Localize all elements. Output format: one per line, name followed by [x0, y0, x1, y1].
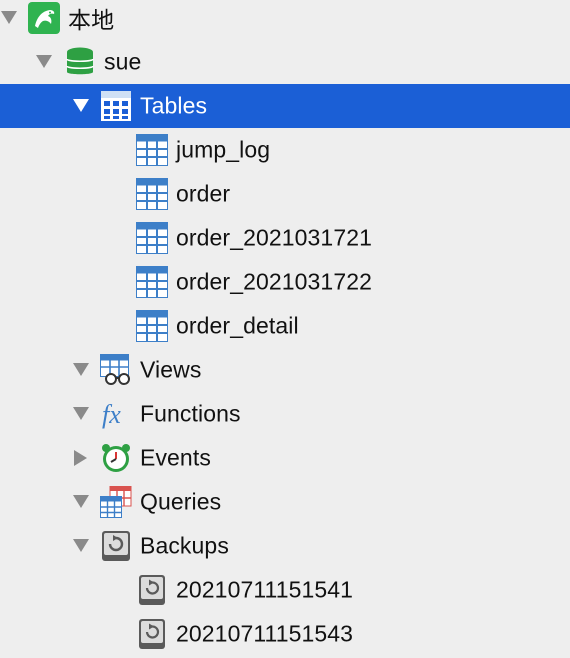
tree-node-views[interactable]: Views [0, 348, 570, 392]
table-item[interactable]: jump_log [0, 128, 570, 172]
views-label: Views [140, 356, 202, 383]
backups-label: Backups [140, 532, 229, 559]
database-label: sue [104, 48, 142, 75]
table-item[interactable]: order [0, 172, 570, 216]
backup-item[interactable]: 20210711151541 [0, 568, 570, 612]
backup-item-label: 20210711151541 [176, 576, 354, 603]
tree-node-functions[interactable]: fx Functions [0, 392, 570, 436]
tree-node-database-sue[interactable]: sue [0, 40, 570, 84]
table-icon [136, 178, 168, 210]
views-icon [100, 354, 132, 386]
expand-arrow-down-icon[interactable] [35, 53, 53, 71]
tree-node-tables[interactable]: Tables [0, 84, 570, 128]
events-label: Events [140, 444, 211, 471]
queries-icon [100, 486, 132, 518]
database-icon [64, 46, 96, 78]
tree-node-queries[interactable]: Queries [0, 480, 570, 524]
table-item-label: jump_log [176, 136, 271, 163]
table-icon [136, 266, 168, 298]
mysql-dolphin-icon [28, 2, 60, 34]
expand-arrow-down-icon[interactable] [0, 9, 18, 27]
alarm-clock-icon [100, 442, 132, 474]
svg-text:fx: fx [102, 400, 121, 429]
expand-arrow-down-icon[interactable] [72, 493, 90, 511]
backup-item-label: 20210711151543 [176, 620, 354, 647]
table-icon [136, 310, 168, 342]
table-item[interactable]: order_2021031722 [0, 260, 570, 304]
expand-arrow-down-icon[interactable] [72, 361, 90, 379]
expand-arrow-down-icon[interactable] [72, 405, 90, 423]
function-icon: fx [100, 398, 132, 430]
backup-icon [100, 530, 132, 562]
table-item-label: order_2021031721 [176, 224, 372, 251]
connection-label: 本地 [68, 7, 115, 33]
table-item[interactable]: order_detail [0, 304, 570, 348]
table-icon [136, 134, 168, 166]
queries-label: Queries [140, 488, 222, 515]
table-item-label: order_detail [176, 312, 299, 339]
navigation-tree: 本地 sue Tables jump_log order order_20210… [0, 0, 570, 658]
table-group-icon [100, 90, 132, 122]
tree-node-backups[interactable]: Backups [0, 524, 570, 568]
tree-node-connection[interactable]: 本地 [0, 0, 570, 40]
tree-node-events[interactable]: Events [0, 436, 570, 480]
backup-file-icon [136, 574, 168, 606]
table-item[interactable]: order_2021031721 [0, 216, 570, 260]
backup-file-icon [136, 618, 168, 650]
table-icon [136, 222, 168, 254]
table-item-label: order_2021031722 [176, 268, 372, 295]
expand-arrow-down-icon[interactable] [72, 97, 90, 115]
table-item-label: order [176, 180, 231, 207]
backup-item[interactable]: 20210711151543 [0, 612, 570, 656]
tables-label: Tables [140, 92, 208, 119]
expand-arrow-down-icon[interactable] [72, 537, 90, 555]
expand-arrow-right-icon[interactable] [72, 449, 90, 467]
functions-label: Functions [140, 400, 241, 427]
